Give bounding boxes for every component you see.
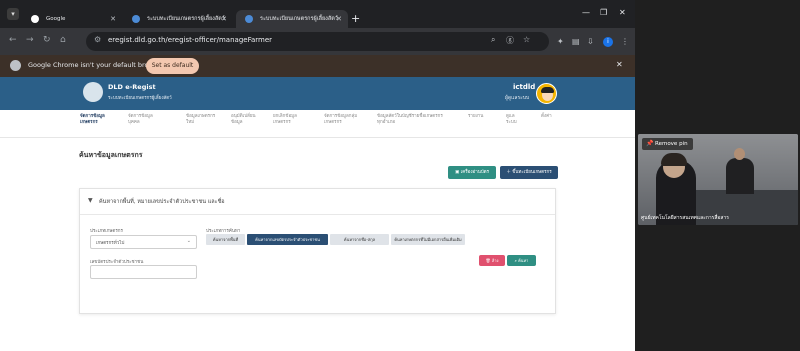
url-text[interactable]: eregist.dld.go.th/eregist-officer/manage… bbox=[108, 36, 272, 44]
menu-farmer-group[interactable]: จัดการข้อมูลกลุ่มเกษตรกร bbox=[324, 114, 360, 126]
back-icon[interactable]: ← bbox=[9, 35, 17, 45]
register-farmer-button[interactable]: ＋ ขึ้นทะเบียนเกษตรกร bbox=[500, 166, 558, 179]
reload-icon[interactable]: ↻ bbox=[43, 35, 51, 45]
tab-strip: ▾ Google ✕ ระบบทะเบียนเกษตรกรผู้เลี้ยงสั… bbox=[0, 0, 635, 30]
main-menu: จัดการข้อมูลเกษตรกร จัดการข้อมูลบุคคล ข้… bbox=[0, 110, 635, 138]
search-by-id-tab[interactable]: ค้นหาจากเลขบัตรประจำตัวประชาชน bbox=[247, 234, 328, 245]
farmer-type-select[interactable]: เกษตรกรทั่วไป ⌄ bbox=[90, 235, 197, 249]
farmer-type-label: ประเภทเกษตรกร bbox=[90, 229, 123, 234]
close-tab-icon[interactable]: ✕ bbox=[110, 10, 116, 28]
search-by-area-tab[interactable]: ค้นหาจากพื้นที่ bbox=[206, 234, 245, 245]
maximize-icon[interactable]: ❐ bbox=[600, 8, 607, 17]
downloads-icon[interactable]: ⇩ bbox=[587, 37, 594, 46]
tab-google[interactable]: Google ✕ bbox=[22, 10, 122, 30]
clear-button[interactable]: 🗑 ล้าง bbox=[479, 255, 505, 266]
menu-cancel-farmer[interactable]: ยกเลิกข้อมูลเกษตรกร bbox=[273, 114, 307, 126]
menu-new-farmer[interactable]: ข้อมูลเกษตรกรใหม่ bbox=[186, 114, 216, 126]
search-button[interactable]: ⌕ ค้นหา bbox=[507, 255, 536, 266]
card-reader-button[interactable]: ▣ เครื่องอ่านบัตร bbox=[448, 166, 496, 179]
close-tab-icon[interactable]: ✕ bbox=[336, 10, 342, 28]
translate-icon[interactable]: ⓖ bbox=[506, 35, 514, 46]
user-name[interactable]: ictdld bbox=[513, 83, 535, 91]
id-card-input[interactable] bbox=[90, 265, 197, 279]
new-tab-button[interactable]: + bbox=[351, 12, 360, 25]
site-icon bbox=[132, 15, 140, 23]
web-page: DLD e-Regist ระบบทะเบียนเกษตรกรผู้เลี้ยง… bbox=[0, 77, 635, 351]
infobar-message: Google Chrome isn't your default browser bbox=[28, 61, 164, 69]
participant-name: ศูนย์เทคโนโลยีสารสนเทศและการสื่อสาร bbox=[641, 215, 729, 221]
toolbar: ← → ↻ ⌂ ⚙ eregist.dld.go.th/eregist-offi… bbox=[0, 28, 635, 55]
forward-icon[interactable]: → bbox=[26, 35, 34, 45]
profile-avatar[interactable]: i bbox=[603, 37, 613, 47]
collapse-icon[interactable]: ▼ bbox=[88, 197, 93, 204]
search-panel: ▼ ค้นหาจากพื้นที่, หมายเลขประจำตัวประชาช… bbox=[79, 188, 556, 314]
extensions-icon[interactable]: ✦ bbox=[557, 37, 564, 46]
user-avatar[interactable] bbox=[536, 83, 557, 104]
video-tile[interactable]: 📌 Remove pin ศูนย์เทคโนโลยีสารสนเทศและกา… bbox=[638, 134, 798, 225]
page-title: ค้นหาข้อมูลเกษตรกร bbox=[79, 151, 143, 159]
address-bar[interactable]: ⚙ eregist.dld.go.th/eregist-officer/mana… bbox=[86, 32, 549, 51]
user-role: ผู้ดูแลระบบ bbox=[505, 95, 530, 101]
tab-eregist-2[interactable]: ระบบทะเบียนเกษตรกรผู้เลี้ยงสัตว์ ✕ bbox=[236, 10, 348, 30]
close-window-icon[interactable]: ✕ bbox=[619, 8, 626, 17]
id-card-label: เลขบัตรประจำตัวประชาชน bbox=[90, 260, 144, 265]
pin-icon: 📌 bbox=[646, 140, 654, 147]
bookmark-star-icon[interactable]: ☆ bbox=[523, 35, 530, 44]
search-panel-title: ค้นหาจากพื้นที่, หมายเลขประจำตัวประชาชน … bbox=[99, 199, 225, 205]
dld-logo bbox=[83, 82, 103, 102]
zoom-icon[interactable]: ⌕ bbox=[491, 35, 495, 45]
minimize-icon[interactable]: — bbox=[582, 8, 590, 17]
app-header: DLD e-Regist ระบบทะเบียนเกษตรกรผู้เลี้ยง… bbox=[0, 77, 635, 110]
remove-pin-button[interactable]: 📌 Remove pin bbox=[642, 138, 693, 150]
close-tab-icon[interactable]: ✕ bbox=[221, 10, 227, 28]
search-panel-header[interactable]: ▼ ค้นหาจากพื้นที่, หมายเลขประจำตัวประชาช… bbox=[80, 189, 555, 215]
tab-eregist-1[interactable]: ระบบทะเบียนเกษตรกรผู้เลี้ยงสัตว์ ✕ bbox=[123, 10, 233, 30]
set-default-button[interactable]: Set as default bbox=[146, 58, 199, 74]
site-info-icon[interactable]: ⚙ bbox=[94, 35, 101, 44]
menu-settings[interactable]: ตั้งค่า bbox=[541, 114, 555, 120]
close-icon[interactable]: ✕ bbox=[616, 60, 623, 69]
menu-icon[interactable]: ⋮ bbox=[621, 37, 629, 46]
chrome-icon bbox=[10, 60, 21, 71]
search-no-document-tab[interactable]: ค้นหาเกษตรกรที่ไม่มีเอกสารอื่นเพิ่มเติม bbox=[391, 234, 465, 245]
chevron-down-icon: ⌄ bbox=[186, 238, 191, 244]
browser-window: ▾ Google ✕ ระบบทะเบียนเกษตรกรผู้เลี้ยงสั… bbox=[0, 0, 635, 351]
search-type-label: ประเภทการค้นหา bbox=[206, 229, 241, 234]
menu-admin[interactable]: ดูแลระบบ bbox=[506, 114, 522, 126]
menu-manage-person[interactable]: จัดการข้อมูลบุคคล bbox=[128, 114, 158, 126]
menu-manage-farmer[interactable]: จัดการข้อมูลเกษตรกร bbox=[80, 114, 118, 126]
brand-subtitle: ระบบทะเบียนเกษตรกรผู้เลี้ยงสัตว์ bbox=[108, 96, 172, 101]
google-icon bbox=[31, 15, 39, 23]
site-icon bbox=[245, 15, 253, 23]
default-browser-infobar: Google Chrome isn't your default browser… bbox=[0, 55, 635, 77]
tab-search-button[interactable]: ▾ bbox=[7, 8, 19, 20]
search-by-name-tab[interactable]: ค้นหาจากชื่อ-สกุล bbox=[330, 234, 389, 245]
brand-title: DLD e-Regist bbox=[108, 83, 156, 91]
menu-approve-change[interactable]: อนุมัติเปลี่ยนข้อมูล bbox=[231, 114, 261, 126]
home-icon[interactable]: ⌂ bbox=[60, 35, 66, 45]
menu-report[interactable]: รายงาน bbox=[468, 114, 490, 120]
tab-groups-icon[interactable]: ▤ bbox=[572, 37, 580, 46]
menu-animal-list[interactable]: ข้อมูลสัตว์ในบัญชีรายชื่อเกษตรกรทุกอำเภอ bbox=[377, 114, 443, 126]
